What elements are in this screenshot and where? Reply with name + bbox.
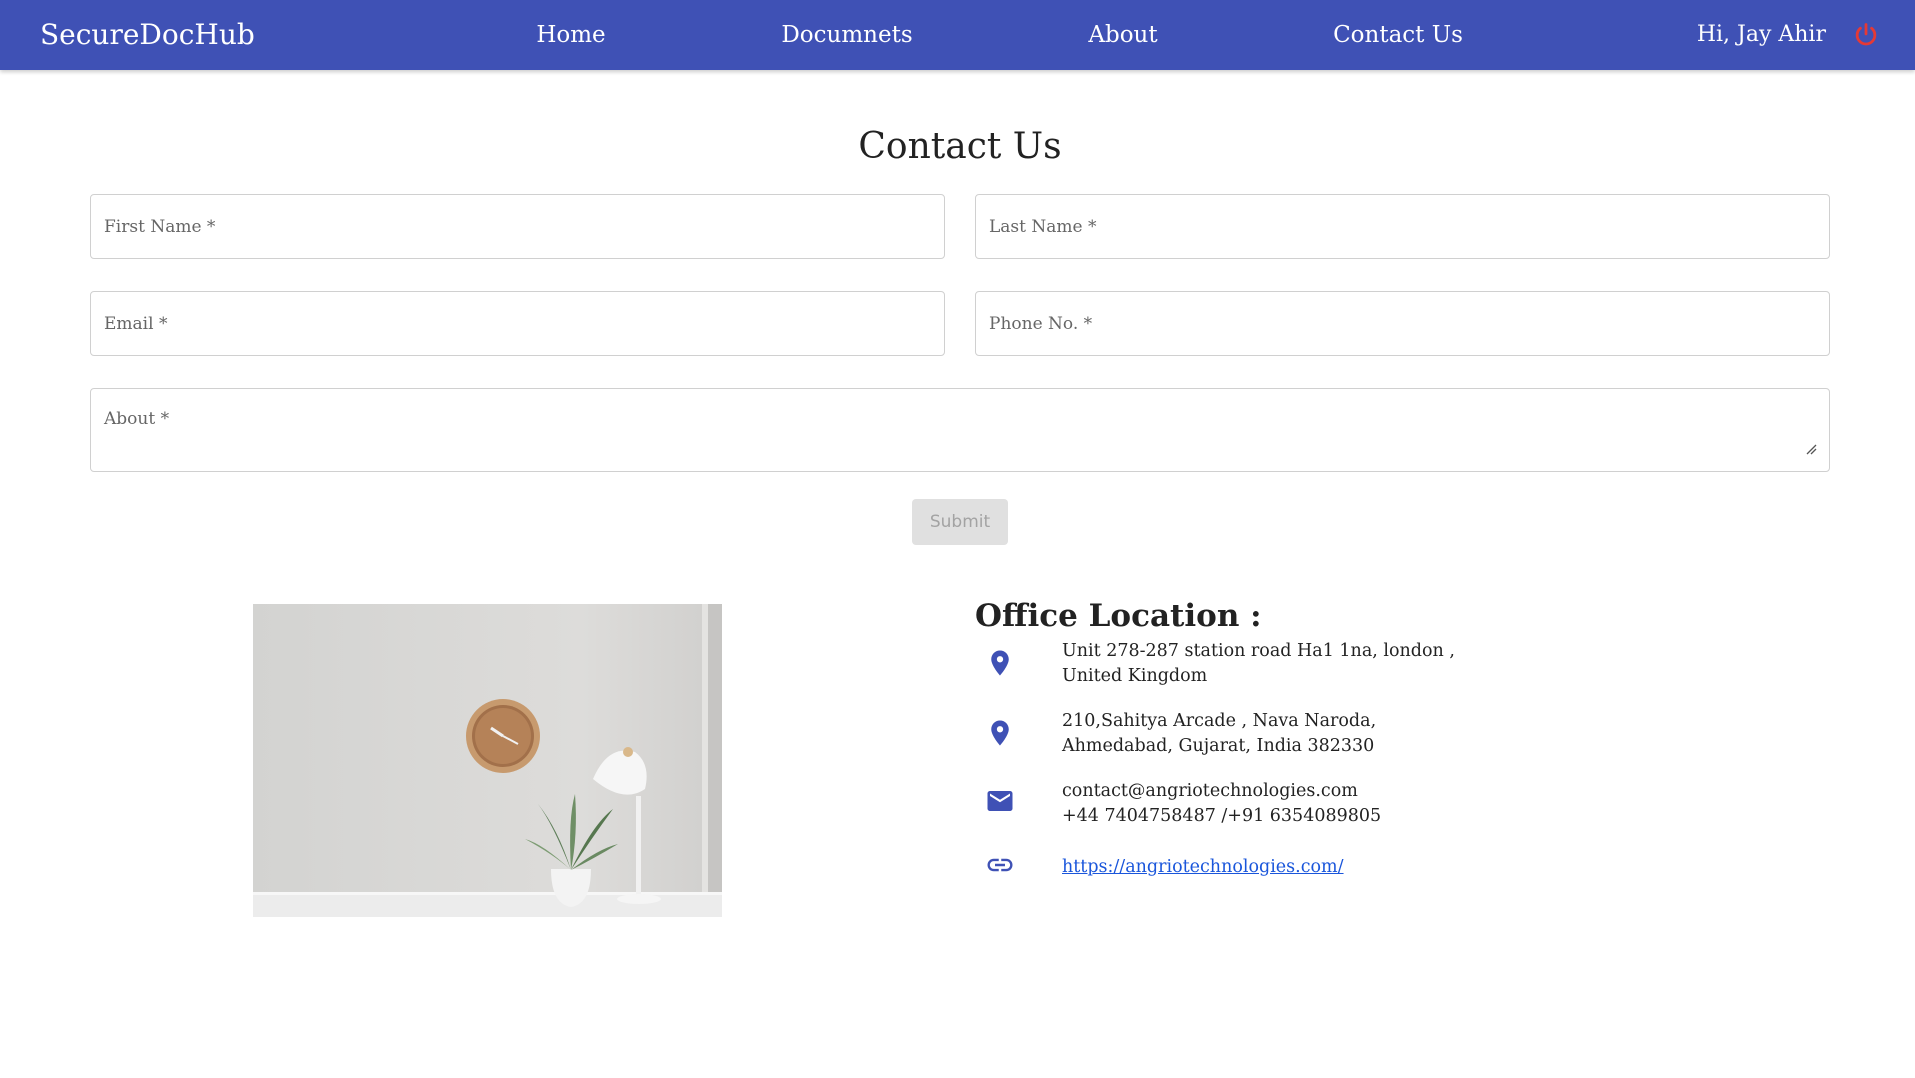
address-line: 210,Sahitya Arcade , Nava Naroda, — [1062, 711, 1377, 731]
office-website: https://angriotechnologies.com/ — [1062, 855, 1344, 880]
office-address-uk: Unit 278-287 station road Ha1 1na, londo… — [1062, 639, 1455, 689]
mail-icon — [987, 791, 1013, 811]
location-pin-icon — [991, 650, 1009, 676]
address-line: Ahmedabad, Gujarat, India 382330 — [1062, 736, 1375, 756]
brand-logo[interactable]: SecureDocHub — [40, 0, 255, 70]
contact-phone: +44 7404758487 /+91 6354089805 — [1062, 806, 1382, 826]
nav-about[interactable]: About — [1088, 0, 1157, 70]
office-location-title: Office Location : — [975, 598, 1262, 634]
navbar: SecureDocHub Home Documnets About Contac… — [0, 0, 1915, 70]
link-icon — [987, 858, 1013, 872]
location-pin-icon — [991, 720, 1009, 746]
address-line: Unit 278-287 station road Ha1 1na, londo… — [1062, 641, 1455, 661]
nav-home[interactable]: Home — [536, 0, 605, 70]
nav-contact-us[interactable]: Contact Us — [1333, 0, 1463, 70]
office-contact: contact@angriotechnologies.com +44 74047… — [1062, 779, 1381, 829]
about-textarea[interactable] — [90, 388, 1830, 472]
email-input[interactable] — [90, 291, 945, 356]
website-link[interactable]: https://angriotechnologies.com/ — [1062, 857, 1344, 877]
phone-input[interactable] — [975, 291, 1830, 356]
page-title: Contact Us — [858, 126, 1062, 167]
first-name-input[interactable] — [90, 194, 945, 259]
last-name-input[interactable] — [975, 194, 1830, 259]
power-icon[interactable] — [1852, 21, 1880, 49]
nav-documents[interactable]: Documnets — [781, 0, 912, 70]
office-address-india: 210,Sahitya Arcade , Nava Naroda, Ahmeda… — [1062, 709, 1376, 759]
contact-email: contact@angriotechnologies.com — [1062, 781, 1358, 801]
office-photo — [253, 604, 722, 917]
address-line: United Kingdom — [1062, 666, 1208, 686]
submit-button[interactable]: Submit — [912, 499, 1008, 545]
user-greeting: Hi, Jay Ahir — [1696, 22, 1826, 47]
